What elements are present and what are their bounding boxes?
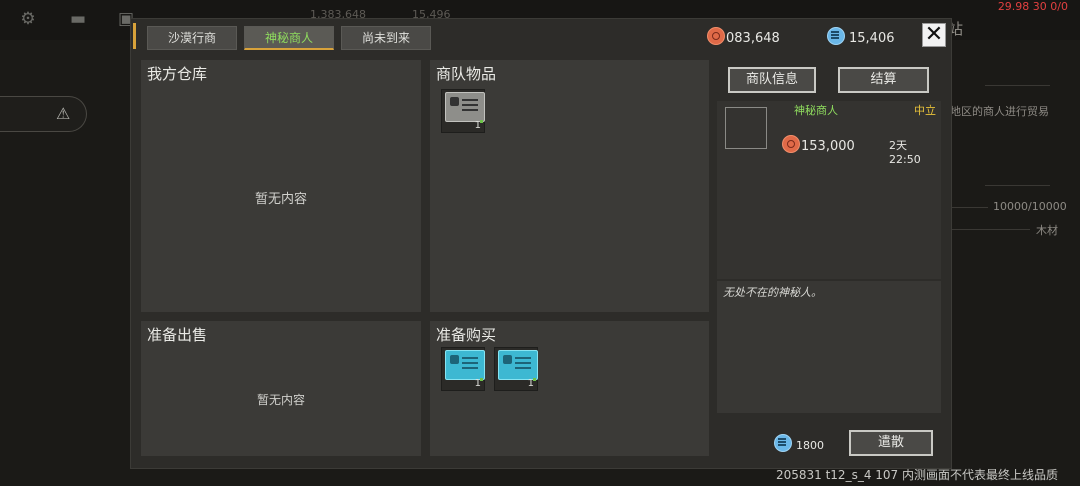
merchant-description-box: 无处不在的神秘人。 xyxy=(717,281,941,413)
grey-card-icon xyxy=(445,92,485,122)
merchant-info-box: 神秘商人 中立 153,000 2天 22:50 xyxy=(717,101,941,279)
settle-button[interactable]: 结算 xyxy=(838,67,929,93)
tab-mysterious-merchant[interactable]: 神秘商人 xyxy=(244,26,334,50)
chat-icon[interactable]: ▬ xyxy=(68,10,88,28)
trade-modal: 沙漠行商 神秘商人 尚未到来 083,648 15,406 ✕ 我方仓库 暂无内… xyxy=(130,18,952,469)
divider xyxy=(950,229,1030,230)
background-side-text: 木材 xyxy=(1036,224,1058,237)
tab-desert-merchant[interactable]: 沙漠行商 xyxy=(147,26,237,50)
background-side-text: 10000/10000 xyxy=(993,200,1067,213)
merchant-stance: 中立 xyxy=(914,104,936,117)
coin-amount: 083,648 xyxy=(726,31,780,46)
divider xyxy=(985,185,1050,186)
gem-amount: 15,406 xyxy=(849,31,895,46)
divider xyxy=(985,85,1050,86)
merchant-description: 无处不在的神秘人。 xyxy=(723,286,822,299)
item-slot[interactable]: 1 xyxy=(441,89,485,133)
time-remaining: 2天 22:50 xyxy=(889,139,921,166)
item-count: 1 xyxy=(527,378,534,389)
item-count: 1 xyxy=(474,378,481,389)
prepare-buy-panel: 准备购买 1 1 xyxy=(430,321,709,456)
tab-not-arrived[interactable]: 尚未到来 xyxy=(341,26,431,50)
status-text: 29.98 30 0/0 xyxy=(997,0,1068,13)
merchant-portrait xyxy=(725,107,767,149)
gem-counter: 15,406 xyxy=(827,27,895,46)
gear-icon[interactable]: ⚙ xyxy=(18,10,38,28)
price-value: 153,000 xyxy=(801,139,855,154)
blue-card-icon xyxy=(498,350,538,380)
merchant-name: 神秘商人 xyxy=(794,104,838,117)
item-slot[interactable]: 1 xyxy=(441,347,485,391)
background-side-text: 地区的商人进行贸易 xyxy=(950,105,1049,118)
warning-button[interactable]: ⚠ xyxy=(0,96,87,132)
empty-message: 暂无内容 xyxy=(256,393,305,407)
empty-message: 暂无内容 xyxy=(254,192,307,207)
prepare-sell-panel: 准备出售 暂无内容 xyxy=(141,321,421,456)
caravan-items-panel: 商队物品 1 xyxy=(430,60,709,312)
coin-counter: 083,648 xyxy=(707,27,780,46)
caravan-info-button[interactable]: 商队信息 xyxy=(728,67,816,93)
coin-icon xyxy=(782,135,800,153)
dismiss-cost: 1800 xyxy=(774,434,824,452)
warning-icon: ⚠ xyxy=(56,104,71,123)
item-count: 1 xyxy=(474,120,481,131)
tab-accent-bar xyxy=(133,23,136,49)
panel-title: 我方仓库 xyxy=(147,65,208,83)
panel-title: 准备出售 xyxy=(147,326,208,344)
panel-title: 商队物品 xyxy=(436,65,497,83)
dismiss-cost-value: 1800 xyxy=(796,439,824,452)
merchant-price: 153,000 xyxy=(782,135,855,154)
divider xyxy=(950,207,988,208)
gem-icon xyxy=(827,27,845,45)
close-button[interactable]: ✕ xyxy=(922,23,946,47)
item-slot[interactable]: 1 xyxy=(494,347,538,391)
dismiss-button[interactable]: 遣散 xyxy=(849,430,933,456)
coin-icon xyxy=(707,27,725,45)
panel-title: 准备购买 xyxy=(436,326,497,344)
my-warehouse-panel: 我方仓库 暂无内容 xyxy=(141,60,421,312)
gem-icon xyxy=(774,434,792,452)
blue-card-icon xyxy=(445,350,485,380)
